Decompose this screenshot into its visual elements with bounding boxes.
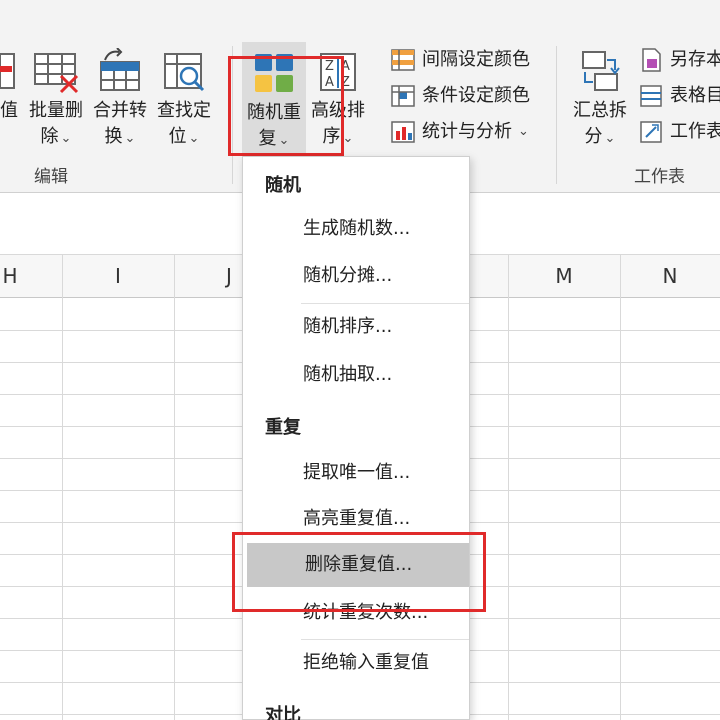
menu-section-repeat: 重复	[265, 417, 301, 438]
menu-item-random-sort[interactable]: 随机排序...	[245, 305, 469, 349]
conditional-color-label: 条件设定颜色	[422, 85, 530, 106]
save-as-label: 另存本	[670, 49, 720, 70]
worksheet-label: 工作表	[670, 121, 720, 142]
interval-color-button[interactable]: 间隔设定颜色	[390, 44, 530, 76]
group-separator	[556, 46, 557, 184]
menu-item-random-allocate[interactable]: 随机分摊...	[245, 254, 469, 298]
partial-ribbon-button[interactable]: 值	[0, 40, 22, 158]
menu-item-generate-random[interactable]: 生成随机数...	[245, 207, 469, 251]
summary-split-button[interactable]: 汇总拆 分 ⌄	[568, 40, 632, 158]
chevron-down-icon: ⌄	[604, 131, 616, 146]
conditional-color-icon	[391, 85, 415, 107]
chevron-down-icon: ⌄	[518, 124, 529, 139]
summary-split-label-2: 分	[584, 126, 603, 147]
interval-color-icon	[391, 49, 415, 71]
find-locate-label-1: 查找定	[157, 100, 211, 121]
partial-button-icon	[0, 53, 15, 89]
random-repeat-dropdown-menu: 随机 生成随机数... 随机分摊... 随机排序... 随机抽取... 重复 提…	[242, 156, 470, 720]
stats-analysis-icon	[391, 121, 415, 143]
merge-convert-button[interactable]: 合并转 换 ⌄	[88, 40, 152, 158]
group-label-worksheet: 工作表	[634, 167, 685, 187]
stats-analysis-label: 统计与分析	[422, 121, 512, 142]
table-delete-icon	[34, 53, 79, 94]
menu-separator	[301, 639, 469, 640]
group-label-edit: 编辑	[34, 167, 68, 187]
menu-item-extract-unique[interactable]: 提取唯一值...	[245, 451, 469, 495]
menu-item-reject-duplicate-input[interactable]: 拒绝输入重复值	[245, 641, 469, 685]
column-header-i[interactable]: I	[62, 254, 174, 298]
table-dir-button[interactable]: 表格目	[638, 80, 720, 112]
find-table-icon	[164, 53, 205, 92]
chevron-down-icon: ⌄	[188, 131, 200, 146]
worksheet-button[interactable]: 工作表	[638, 116, 720, 148]
menu-section-compare: 对比	[265, 705, 301, 720]
column-header-n[interactable]: N	[620, 254, 720, 298]
highlight-box-delete-duplicates	[232, 532, 486, 612]
chevron-down-icon: ⌄	[342, 131, 354, 146]
batch-delete-button[interactable]: 批量删 除 ⌄	[24, 40, 88, 158]
stats-analysis-button[interactable]: 统计与分析 ⌄	[390, 116, 529, 148]
table-dir-label: 表格目	[670, 85, 720, 106]
menu-separator	[301, 303, 469, 304]
summary-split-label-1: 汇总拆	[573, 100, 627, 121]
summary-split-icon	[582, 51, 620, 91]
worksheet-icon	[640, 121, 662, 143]
merge-table-icon	[100, 48, 140, 91]
merge-convert-label-2: 换	[104, 126, 123, 147]
partial-button-label: 值	[0, 100, 18, 121]
chevron-down-icon: ⌄	[60, 131, 72, 146]
merge-convert-label-1: 合并转	[93, 100, 147, 121]
save-as-icon	[642, 48, 661, 72]
conditional-color-button[interactable]: 条件设定颜色	[390, 80, 530, 112]
highlight-box-random-repeat	[228, 56, 344, 156]
batch-delete-label-2: 除	[40, 126, 59, 147]
menu-item-random-pick[interactable]: 随机抽取...	[245, 353, 469, 397]
column-header-m[interactable]: M	[508, 254, 620, 298]
save-as-button[interactable]: 另存本	[638, 44, 720, 76]
batch-delete-label-1: 批量删	[29, 100, 83, 121]
table-dir-icon	[640, 85, 662, 107]
menu-section-random: 随机	[265, 175, 301, 196]
interval-color-label: 间隔设定颜色	[422, 49, 530, 70]
find-locate-label-2: 位	[168, 126, 187, 147]
column-header-h[interactable]: H	[0, 254, 20, 298]
find-locate-button[interactable]: 查找定 位 ⌄	[152, 40, 216, 158]
chevron-down-icon: ⌄	[124, 131, 136, 146]
